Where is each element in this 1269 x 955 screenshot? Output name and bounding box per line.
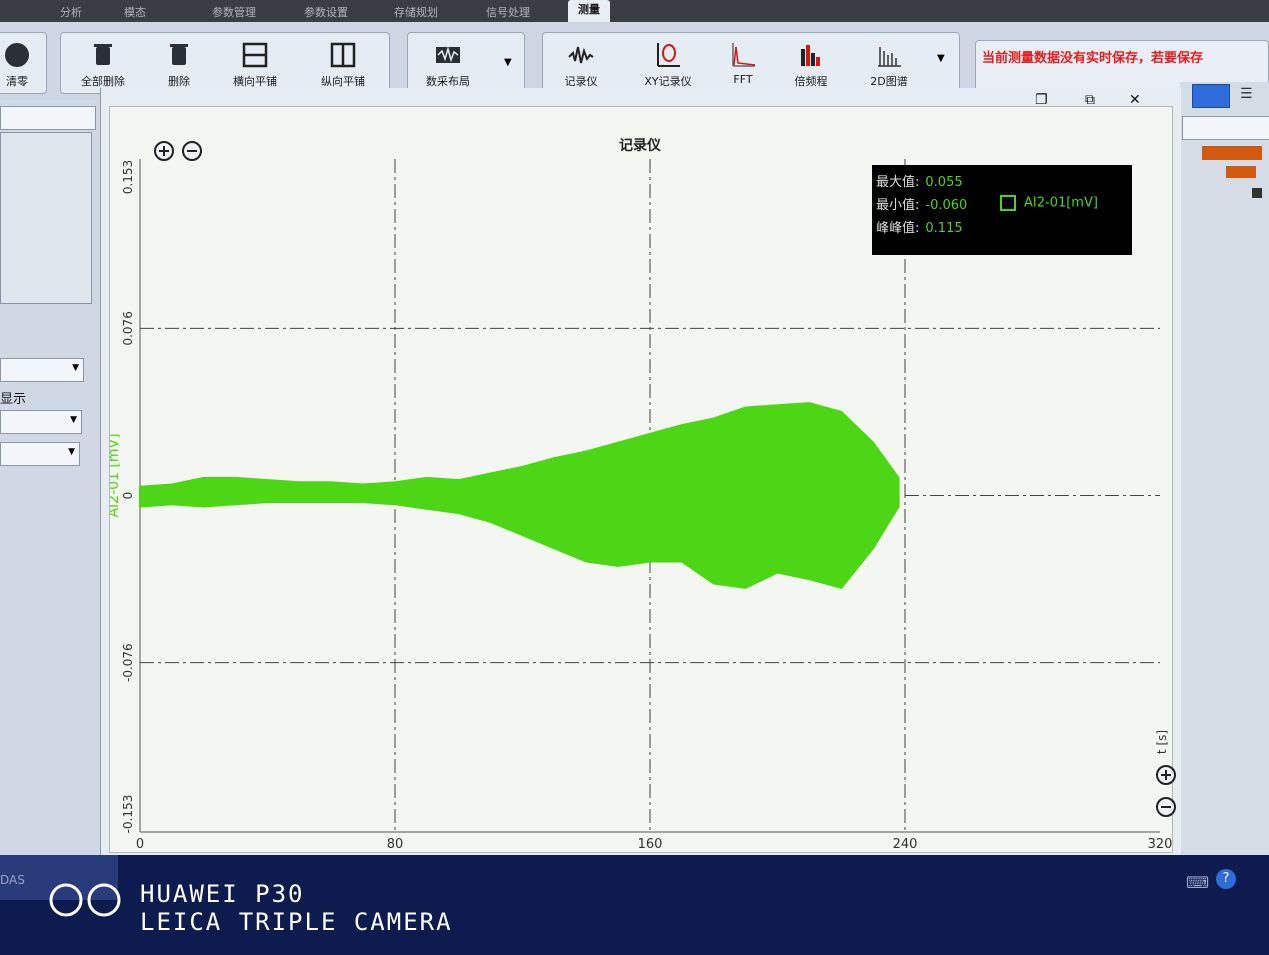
x-axis-label: t [s] (1155, 730, 1169, 754)
spectrum-2d-button[interactable]: 2D图谱 (857, 41, 921, 89)
x-zoom-in-icon[interactable] (1156, 765, 1176, 785)
y-tick-label: 0 (121, 492, 135, 500)
chart-window: ❐ ⧉ ✕ 记录仪 0 80 160 240 320 0.153 0.076 0 -0.076-… (100, 88, 1181, 855)
y-tick-label: 0.153 (121, 160, 135, 194)
left-panel: ▼ 显示 ▼ ▼ (0, 100, 100, 855)
tile-vertical-icon (330, 42, 356, 68)
xy-recorder-icon (657, 43, 680, 67)
acq-layout-button[interactable]: 数采布局 (416, 41, 480, 89)
chevron-down-icon: ▼ (68, 447, 75, 457)
left-panel-section (0, 132, 92, 304)
ribbon-group-acq: 数采布局 ▼ (407, 32, 525, 94)
panel-tab-list[interactable] (1192, 84, 1230, 108)
chevron-down-icon: ▼ (72, 363, 79, 373)
x-tick-label: 0 (136, 837, 144, 852)
help-icon[interactable]: ? (1216, 869, 1236, 889)
tab-param-settings[interactable]: 参数设置 (304, 4, 348, 20)
tree-search-input[interactable] (1182, 116, 1269, 140)
series-ai2-01 (139, 402, 900, 590)
x-tick-label: 320 (1148, 837, 1172, 852)
zero-button[interactable]: 清零 (0, 41, 47, 89)
tab-modal[interactable]: 模态 (124, 4, 146, 20)
tab-signal-processing[interactable]: 信号处理 (486, 4, 530, 20)
taskbar-app-label: DAS (0, 873, 25, 887)
trash-icon (170, 44, 188, 65)
octave-button[interactable]: 倍频程 (779, 41, 843, 89)
chevron-down-icon[interactable]: ▼ (937, 53, 945, 64)
tab-measurement[interactable]: 测量 (568, 0, 610, 22)
chevron-down-icon[interactable]: ▼ (504, 57, 512, 68)
left-panel-dropdown[interactable]: ▼ (0, 442, 80, 466)
tile-horizontal-button[interactable]: 横向平铺 (223, 41, 287, 89)
tile-horizontal-icon (242, 42, 268, 68)
list-view-icon[interactable]: ☰ (1240, 86, 1253, 102)
recorder-icon (568, 46, 594, 64)
x-tick-label: 80 (387, 837, 404, 852)
ribbon-tab-bar: 分析 模态 参数管理 参数设置 存储规划 信号处理 测量 (0, 0, 1269, 22)
legend-swatch (1000, 195, 1016, 211)
tile-vertical-button[interactable]: 纵向平铺 (311, 41, 375, 89)
delete-all-button[interactable]: 全部删除 (71, 41, 135, 89)
fft-button[interactable]: FFT (711, 41, 775, 86)
x-tick-label: 160 (638, 837, 663, 852)
trash-all-icon (94, 44, 112, 65)
y-tick-label: -0.076 (121, 643, 135, 682)
ribbon-group-zero: 清零 (0, 32, 47, 94)
keyboard-icon[interactable]: ⌨ (1186, 873, 1209, 892)
tab-param-management[interactable]: 参数管理 (212, 4, 256, 20)
left-panel-dropdown[interactable]: ▼ (0, 410, 82, 434)
x-zoom-out-icon[interactable] (1156, 797, 1176, 817)
node-icon[interactable] (1252, 188, 1262, 198)
camera-watermark (48, 880, 128, 924)
recorder-button[interactable]: 记录仪 (549, 41, 613, 89)
left-panel-dropdown[interactable]: ▼ (0, 358, 84, 382)
stat-max: 最大值: 0.055 (876, 175, 963, 190)
spectrum-2d-icon (878, 47, 901, 67)
left-panel-field[interactable] (0, 106, 96, 130)
chevron-down-icon: ▼ (70, 415, 77, 425)
x-tick-label: 240 (893, 837, 918, 852)
zero-icon (5, 43, 29, 67)
zoom-in-icon[interactable] (154, 141, 174, 161)
folder-icon[interactable] (1226, 166, 1256, 178)
fft-icon (732, 43, 756, 67)
legend-panel: 最大值: 0.055 最小值: -0.060 峰峰值: 0.115 AI2-01[mV… (872, 165, 1132, 255)
ribbon-group-analysis: 记录仪 XY记录仪 FFT 倍频程 2D图谱 ▼ (542, 32, 960, 94)
stat-min: 最小值: -0.060 (876, 198, 968, 213)
y-axis-label: AI2-01 [mV] (110, 433, 122, 517)
legend-entry[interactable]: AI2-01[mV] (1000, 195, 1098, 211)
display-label: 显示 (0, 392, 27, 407)
folder-icon[interactable] (1202, 146, 1262, 160)
y-tick-label: -0.153 (121, 795, 135, 834)
stat-peak-to-peak: 峰峰值: 0.115 (876, 221, 963, 236)
octave-bars-icon (801, 45, 820, 66)
plot-area[interactable]: 记录仪 0 80 160 240 320 0.153 0.076 0 -0.076 -0.153 A… (109, 106, 1176, 853)
y-tick-label: 0.076 (121, 311, 135, 345)
watermark-circles-icon (49, 883, 121, 917)
right-panel: ☰ (1180, 82, 1269, 855)
waveform-layout-icon (436, 46, 460, 63)
delete-button[interactable]: 删除 (147, 41, 211, 89)
zoom-out-icon[interactable] (182, 141, 202, 161)
xy-recorder-button[interactable]: XY记录仪 (633, 41, 703, 89)
ribbon-group-layout: 全部删除 删除 横向平铺 纵向平铺 (60, 32, 390, 94)
tab-analysis[interactable]: 分析 (60, 4, 82, 20)
tab-storage-planning[interactable]: 存储规划 (394, 4, 438, 20)
signal-envelope (139, 402, 900, 590)
